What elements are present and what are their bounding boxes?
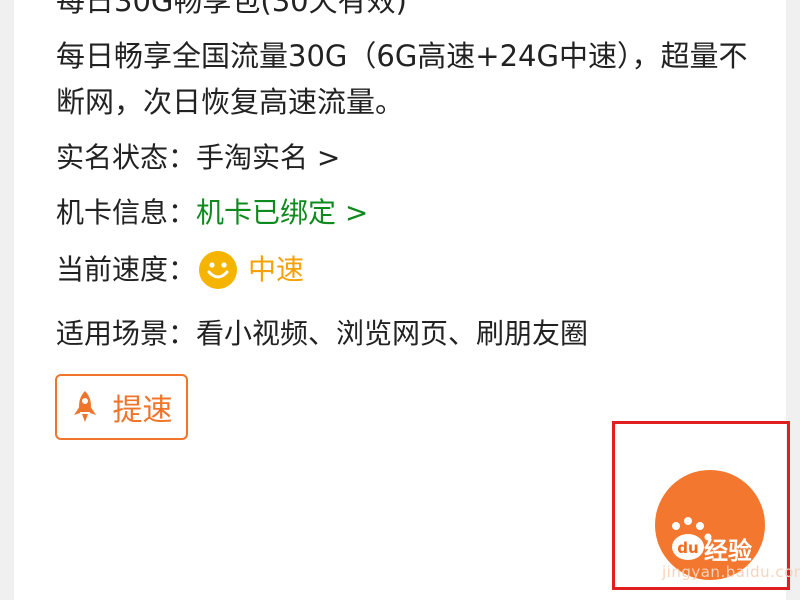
smiley-face-icon: [199, 251, 238, 289]
current-speed-label: 当前速度：: [56, 253, 197, 286]
svg-text:du: du: [677, 539, 698, 557]
usage-scene-row: 适用场景： 看小视频、浏览网页、刷朋友圈: [56, 314, 588, 354]
card-binding-row[interactable]: 机卡信息： 机卡已绑定 >: [56, 193, 368, 233]
watermark-url: jingyan.baidu.com: [662, 563, 800, 581]
usage-scene-value: 看小视频、浏览网页、刷朋友圈: [196, 317, 589, 350]
realname-link[interactable]: 手淘实名 >: [196, 138, 340, 178]
boost-label: 提速: [112, 393, 173, 428]
realname-row[interactable]: 实名状态： 手淘实名 >: [56, 138, 340, 178]
plan-description: 每日畅享全国流量30G（6G高速+24G中速），超量不断网，次日恢复高速流量。: [56, 39, 748, 119]
boost-button[interactable]: 提速: [55, 374, 188, 440]
watermark-brand: 经验: [704, 537, 752, 565]
rocket-icon: [73, 391, 96, 422]
current-speed-value: 中速: [248, 253, 305, 286]
realname-label: 实名状态：: [56, 141, 197, 174]
current-speed-row: 当前速度： 中速: [56, 250, 304, 290]
usage-scene-label: 适用场景：: [56, 317, 197, 350]
card-binding-label: 机卡信息：: [56, 196, 197, 229]
card-binding-link[interactable]: 机卡已绑定 >: [196, 193, 368, 233]
plan-title: 每日30G畅享包(30天有效): [56, 0, 407, 18]
